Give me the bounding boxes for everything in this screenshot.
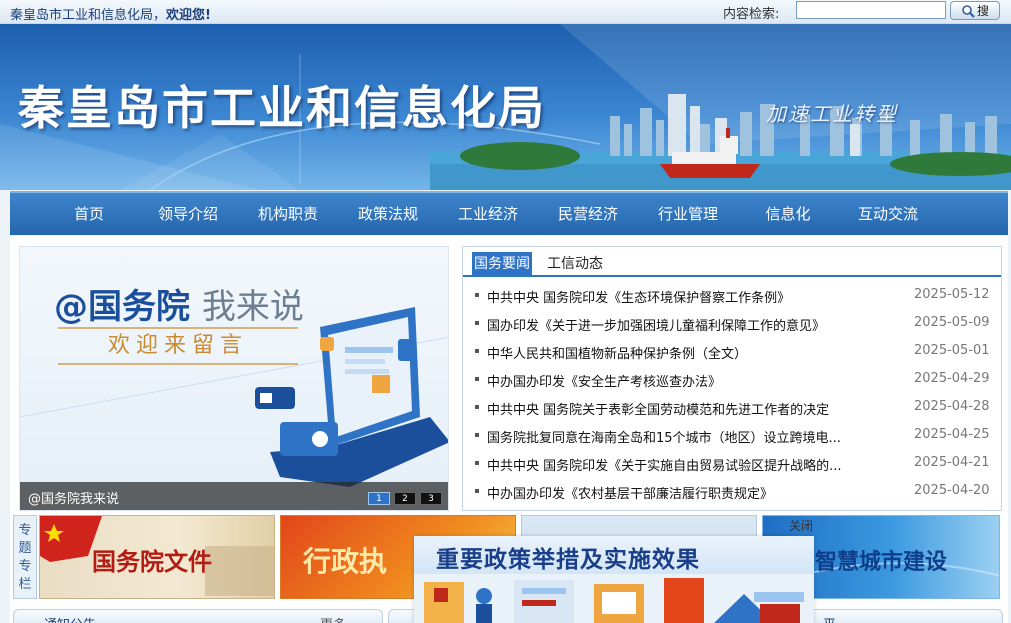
news-title[interactable]: 中共中央 国务院关于表彰全国劳动模范和先进工作者的决定 xyxy=(487,399,877,418)
news-title[interactable]: 国办印发《关于进一步加强困境儿童福利保障工作的意见》 xyxy=(487,315,877,334)
nav-interaction[interactable]: 互动交流 xyxy=(846,193,930,235)
search-label: 内容检索: xyxy=(723,7,780,22)
search-input[interactable] xyxy=(796,1,946,19)
greeting: 欢迎您! xyxy=(166,8,211,23)
news-title[interactable]: 中办国办印发《安全生产考核巡查办法》 xyxy=(487,371,877,390)
news-date: 2025-05-09 xyxy=(914,315,990,330)
news-item[interactable]: 国办印发《关于进一步加强困境儿童福利保障工作的意见》 2025-05-09 xyxy=(463,311,1001,335)
nav-informatization[interactable]: 信息化 xyxy=(750,193,826,235)
nav-policy[interactable]: 政策法规 xyxy=(346,193,430,235)
news-date: 2025-04-29 xyxy=(914,371,990,386)
banner-slogan: 加速工业转型 xyxy=(766,102,898,126)
slide-dot-1[interactable]: 1 xyxy=(368,492,390,505)
topic-label-smart-city: 智慧城市建设 xyxy=(815,549,948,575)
notice-tab-label[interactable]: 通知公告 xyxy=(44,614,96,623)
popup-header: 重要政策举措及实施效果 xyxy=(414,536,814,574)
nav-industry-management[interactable]: 行业管理 xyxy=(646,193,730,235)
search-button[interactable]: 搜 xyxy=(950,1,1000,20)
popup-title: 重要政策举措及实施效果 xyxy=(436,546,700,573)
topic-label-administrative-law: 行政执 xyxy=(303,545,388,578)
nav-leadership[interactable]: 领导介绍 xyxy=(146,193,230,235)
bullet-icon xyxy=(475,321,479,325)
feature-slider[interactable]: @国务院 我来说 欢迎来留言 @国务院我来说 1 2 3 xyxy=(19,246,449,511)
news-title[interactable]: 中共中央 国务院印发《关于实施自由贸易试验区提升战略的... xyxy=(487,455,877,474)
nav-home[interactable]: 首页 xyxy=(52,193,126,235)
top-bar: 秦皇岛市工业和信息化局，欢迎您! 内容检索: 搜 xyxy=(0,0,1011,24)
bullet-icon xyxy=(475,293,479,297)
bullet-icon xyxy=(475,461,479,465)
main-nav: 首页 领导介绍 机构职责 政策法规 工业经济 民营经济 行业管理 信息化 互动交… xyxy=(10,191,1008,235)
news-tabs: 国务要闻 工信动态 xyxy=(463,247,1001,277)
news-title[interactable]: 中华人民共和国植物新品种保护条例（全文） xyxy=(487,343,877,362)
notice-section-header: 通知公告 更多 xyxy=(13,609,383,623)
bullet-icon xyxy=(475,489,479,493)
bullet-icon xyxy=(475,405,479,409)
slide-dot-3[interactable]: 3 xyxy=(420,492,442,505)
slide-dot-2[interactable]: 2 xyxy=(394,492,416,505)
news-item[interactable]: 国务院批复同意在海南全岛和15个城市（地区）设立跨境电... 2025-04-25 xyxy=(463,423,1001,447)
nav-organization[interactable]: 机构职责 xyxy=(248,193,328,235)
popup-illustration xyxy=(414,574,814,623)
news-item[interactable]: 中办国办印发《农村基层干部廉洁履行职责规定》 2025-04-20 xyxy=(463,479,1001,503)
slide-subheading: 欢迎来留言 xyxy=(58,327,298,365)
topic-state-council-docs[interactable]: 国务院文件 xyxy=(39,515,275,599)
welcome-text: 秦皇岛市工业和信息化局，欢迎您! xyxy=(10,4,211,23)
slide-caption-bar: @国务院我来说 1 2 3 xyxy=(20,482,448,510)
news-title[interactable]: 国务院批复同意在海南全岛和15个城市（地区）设立跨境电... xyxy=(487,427,877,446)
slide-heading-light: 我来说 xyxy=(201,287,304,327)
banner-title: 秦皇岛市工业和信息化局 xyxy=(18,81,546,135)
news-date: 2025-04-21 xyxy=(914,455,990,470)
topic-label-state-council: 国务院文件 xyxy=(92,547,212,576)
news-date: 2025-05-01 xyxy=(914,343,990,358)
news-item[interactable]: 中办国办印发《安全生产考核巡查办法》 2025-04-29 xyxy=(463,367,1001,391)
floating-policy-popup[interactable]: 重要政策举措及实施效果 xyxy=(414,536,814,623)
site-banner: 秦皇岛市工业和信息化局 加速工业转型 xyxy=(0,24,1011,190)
bullet-icon xyxy=(475,433,479,437)
site-name: 秦皇岛市工业和信息化局， xyxy=(10,8,167,23)
tab-state-council-news[interactable]: 国务要闻 xyxy=(472,252,532,277)
bullet-icon xyxy=(475,349,479,353)
news-date: 2025-04-25 xyxy=(914,427,990,442)
popup-close-link[interactable]: 关闭 xyxy=(789,517,813,534)
tab-industry-news[interactable]: 工信动态 xyxy=(545,252,605,277)
news-date: 2025-05-12 xyxy=(914,287,990,302)
news-panel: 国务要闻 工信动态 中共中央 国务院印发《生态环境保护督察工作条例》 2025-0… xyxy=(462,246,1002,511)
news-date: 2025-04-28 xyxy=(914,399,990,414)
right-tab-label[interactable]: 平 xyxy=(823,614,836,623)
search-button-label: 搜 xyxy=(976,4,989,18)
topics-label: 专题专栏 xyxy=(13,515,37,599)
slide-caption[interactable]: @国务院我来说 xyxy=(28,488,119,507)
news-title[interactable]: 中办国办印发《农村基层干部廉洁履行职责规定》 xyxy=(487,483,877,502)
slide-heading: @国务院 我来说 xyxy=(54,279,304,328)
news-item[interactable]: 中华人民共和国植物新品种保护条例（全文） 2025-05-01 xyxy=(463,339,1001,363)
news-date: 2025-04-20 xyxy=(914,483,990,498)
news-title[interactable]: 中共中央 国务院印发《生态环境保护督察工作条例》 xyxy=(487,287,877,306)
news-item[interactable]: 中共中央 国务院印发《关于实施自由贸易试验区提升战略的... 2025-04-21 xyxy=(463,451,1001,475)
slide-heading-main: @国务院 xyxy=(54,287,190,327)
bullet-icon xyxy=(475,377,479,381)
notice-more-link[interactable]: 更多 xyxy=(320,614,346,623)
nav-private-economy[interactable]: 民营经济 xyxy=(546,193,630,235)
search-icon xyxy=(962,4,975,18)
news-item[interactable]: 中共中央 国务院印发《生态环境保护督察工作条例》 2025-05-12 xyxy=(463,283,1001,307)
news-item[interactable]: 中共中央 国务院关于表彰全国劳动模范和先进工作者的决定 2025-04-28 xyxy=(463,395,1001,419)
nav-industry-economy[interactable]: 工业经济 xyxy=(446,193,530,235)
